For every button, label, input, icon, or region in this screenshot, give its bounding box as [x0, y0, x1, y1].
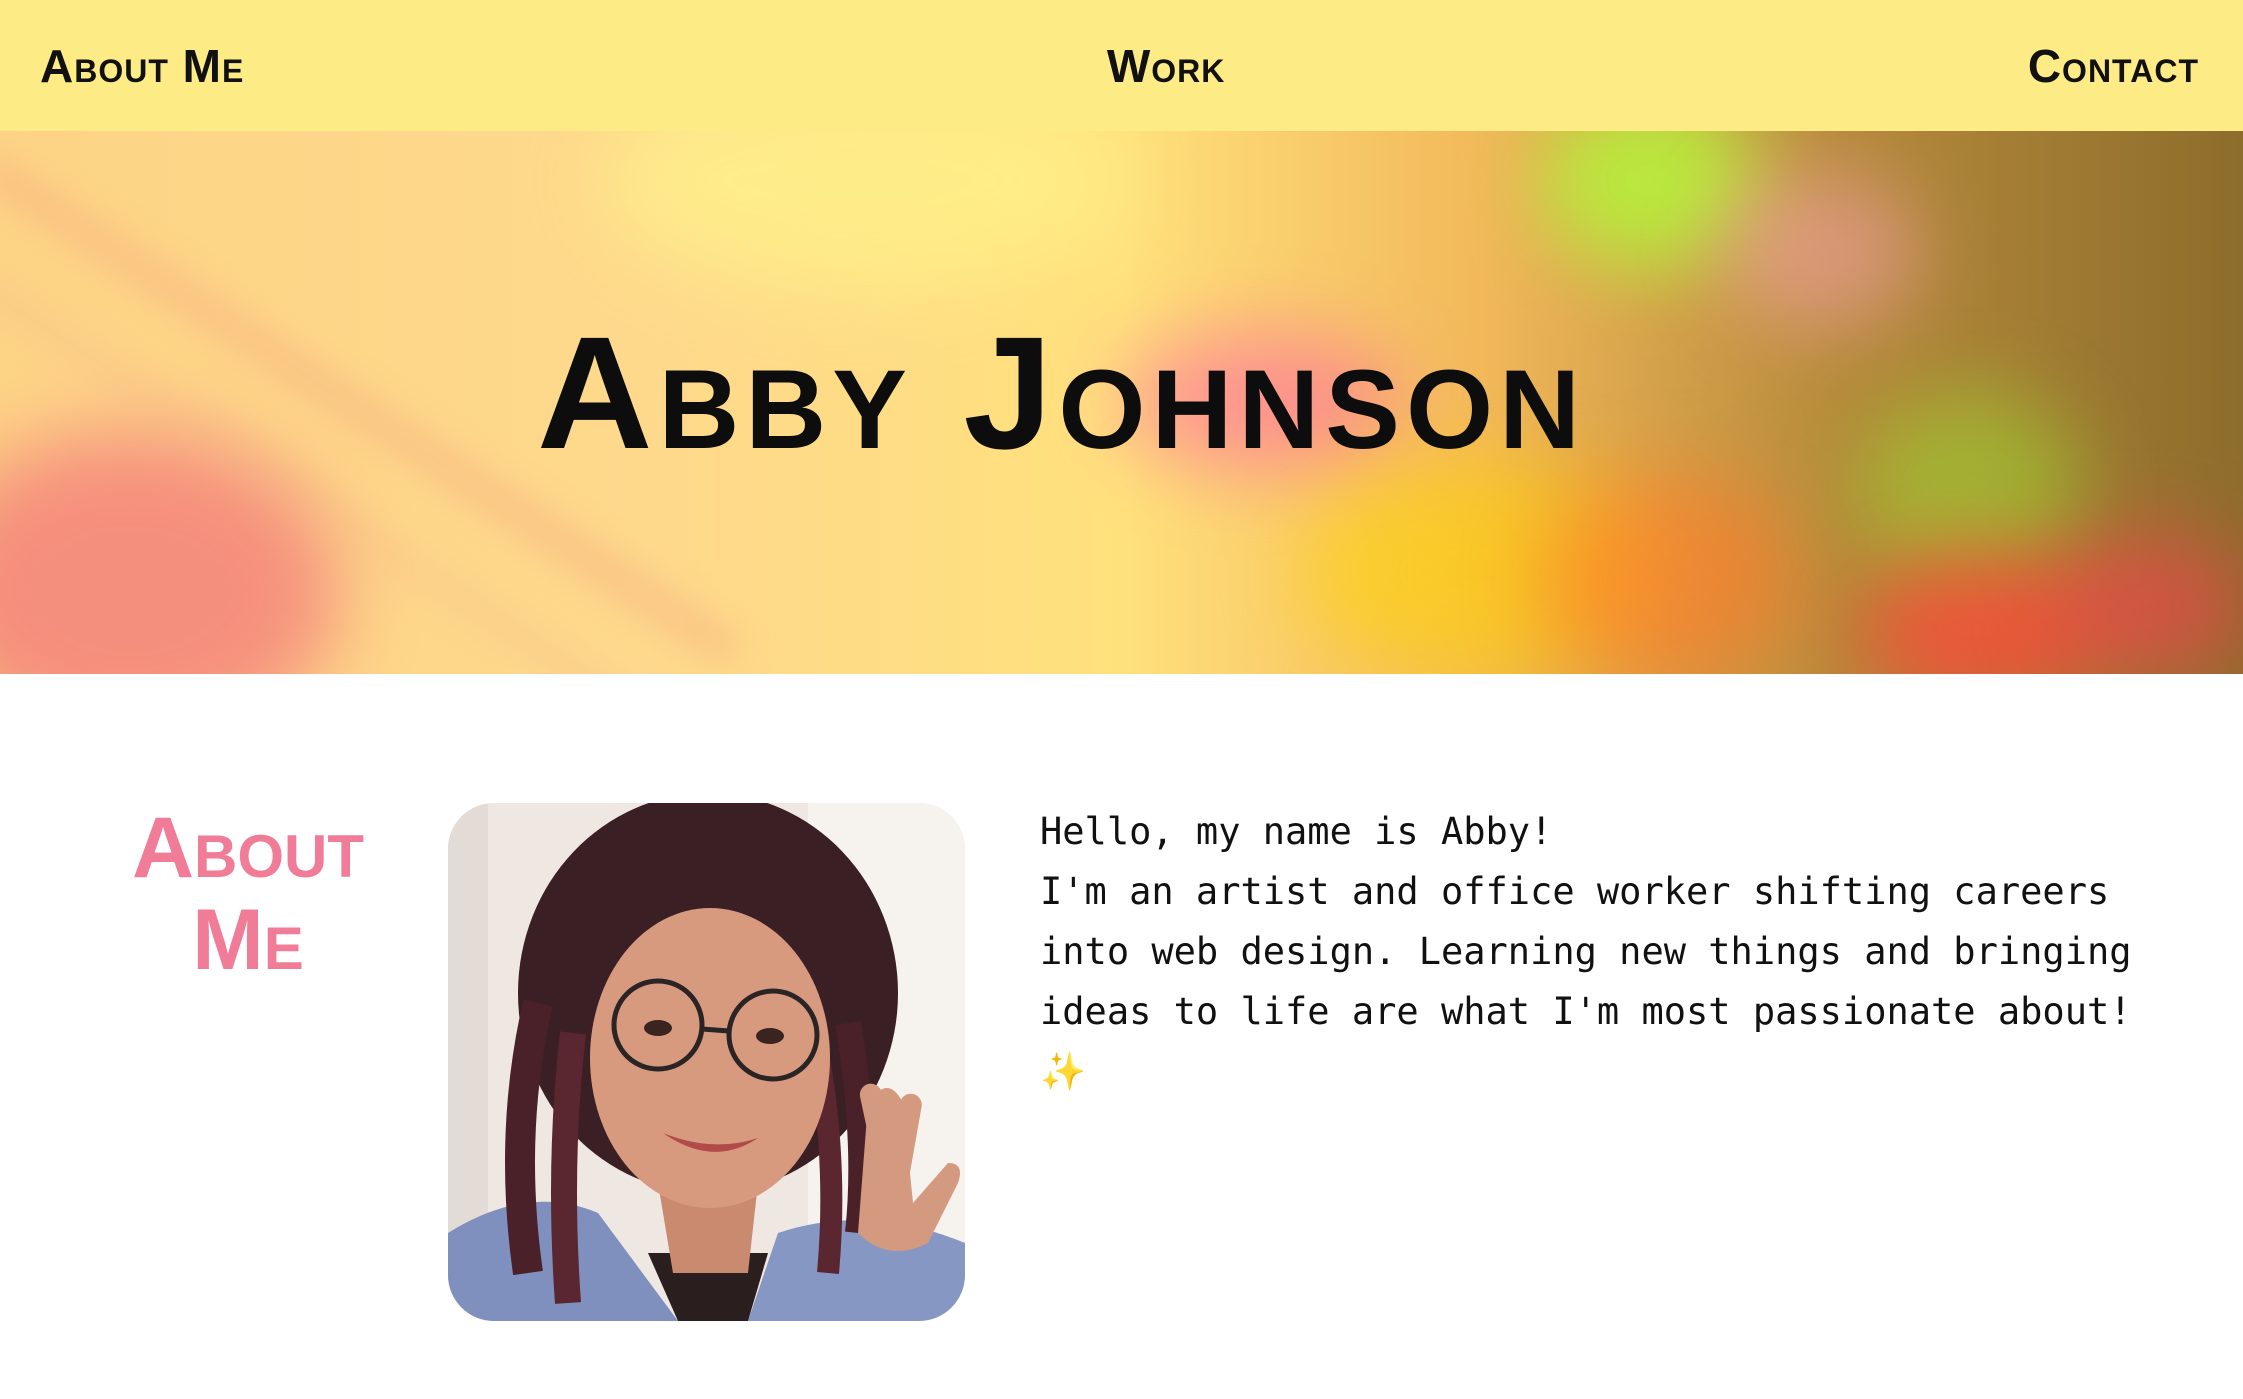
sparkles-icon: ✨ — [1040, 1050, 1087, 1093]
about-bio-paragraph: I'm an artist and office worker shifting… — [1040, 862, 2160, 1102]
nav-link-about-me[interactable]: About Me — [40, 39, 244, 93]
hero-banner: Abby Johnson — [0, 131, 2243, 674]
profile-photo — [448, 803, 965, 1321]
hero-title: Abby Johnson — [536, 303, 1587, 482]
about-text: Hello, my name is Abby! I'm an artist an… — [1040, 802, 2160, 1102]
about-bio: I'm an artist and office worker shifting… — [1040, 870, 2132, 1033]
about-greeting: Hello, my name is Abby! — [1040, 810, 1553, 853]
about-heading-line2: Me — [192, 892, 304, 988]
top-nav: About Me Work Contact — [0, 0, 2243, 131]
about-section-heading: About Me — [98, 802, 398, 986]
about-heading-line1: About — [131, 800, 365, 896]
nav-link-contact[interactable]: Contact — [2028, 39, 2199, 93]
nav-link-work[interactable]: Work — [1107, 39, 1226, 93]
